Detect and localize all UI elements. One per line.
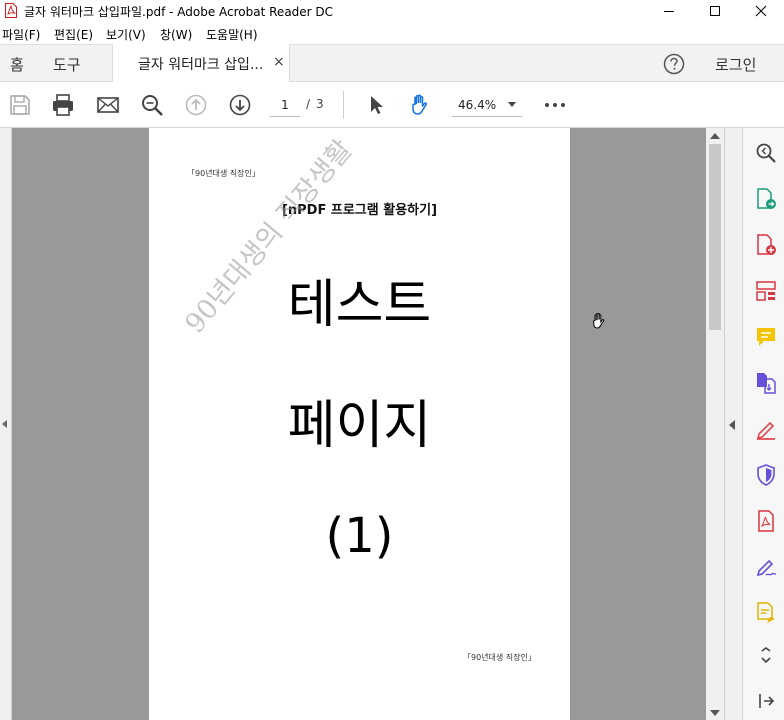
zoom-dropdown[interactable]: 46.4% (452, 93, 522, 117)
document-heading-line-2: 페이지 (287, 396, 432, 456)
more-options-icon[interactable] (543, 93, 567, 117)
next-page-icon[interactable] (228, 93, 252, 117)
document-viewer[interactable]: 「90년대생 직장인」 [nPDF 프로그램 활용하기] 테스트 페이지 (1)… (0, 128, 742, 720)
save-icon[interactable] (8, 93, 32, 117)
maximize-icon (710, 6, 720, 16)
help-icon[interactable] (663, 53, 685, 75)
page-number-input[interactable]: 1 (270, 93, 300, 117)
minimize-button[interactable] (646, 0, 692, 22)
menu-edit[interactable]: 편집(E) (54, 26, 93, 43)
fill-sign-icon[interactable] (755, 556, 777, 578)
page-separator: / (306, 97, 311, 111)
menu-help[interactable]: 도움말(H) (206, 26, 258, 43)
close-tab-button[interactable]: × (273, 54, 285, 70)
email-icon[interactable] (96, 93, 120, 117)
login-button[interactable]: 로그인 (715, 54, 756, 75)
expand-left-panel-icon[interactable] (2, 420, 7, 428)
acrobat-pdf-icon (5, 3, 17, 18)
scroll-down-icon[interactable] (710, 710, 720, 716)
menu-view[interactable]: 보기(V) (106, 26, 146, 43)
previous-page-icon[interactable] (184, 93, 208, 117)
tab-document[interactable]: 글자 워터마크 삽입... × (112, 44, 290, 83)
select-cursor-icon[interactable] (364, 93, 388, 117)
acrobat-sign-pdf-icon[interactable] (755, 510, 777, 532)
hand-tool-icon[interactable] (408, 93, 432, 117)
zoom-value: 46.4% (458, 98, 497, 112)
organize-pages-icon[interactable] (755, 280, 777, 302)
menu-bar: 파일(F) 편집(E) 보기(V) 창(W) 도움말(H) (0, 24, 784, 44)
menu-file[interactable]: 파일(F) (2, 26, 40, 43)
tab-home[interactable]: 홈 (10, 54, 24, 75)
chevron-down-icon (508, 102, 516, 107)
page-header-note: 「90년대생 직장인」 (187, 169, 260, 178)
edit-pdf-icon[interactable] (755, 418, 777, 440)
more-tools-chevron-icon[interactable] (755, 646, 777, 668)
menu-window[interactable]: 창(W) (160, 26, 192, 43)
close-window-button[interactable] (738, 0, 784, 22)
collapse-right-panel-icon[interactable] (729, 420, 735, 430)
scroll-up-icon[interactable] (710, 133, 720, 139)
scrollbar-thumb[interactable] (709, 144, 721, 330)
page-total: 3 (316, 97, 324, 111)
toolbar-divider (343, 91, 344, 119)
tab-tools[interactable]: 도구 (53, 54, 81, 75)
close-icon (755, 5, 767, 17)
protect-shield-icon[interactable] (755, 464, 777, 486)
right-tools-panel (742, 128, 784, 720)
pdf-page: 「90년대생 직장인」 [nPDF 프로그램 활용하기] 테스트 페이지 (1)… (149, 128, 570, 720)
create-pdf-icon[interactable] (755, 234, 777, 256)
document-title: [nPDF 프로그램 활용하기] (281, 203, 438, 218)
page-footer-note: 「90년대생 직장인」 (463, 653, 536, 662)
window-title: 글자 워터마크 삽입파일.pdf - Adobe Acrobat Reader … (24, 5, 334, 19)
print-icon[interactable] (51, 93, 75, 117)
zoom-search-icon[interactable] (140, 93, 164, 117)
hand-cursor-icon (593, 312, 605, 329)
comment-icon[interactable] (755, 326, 777, 348)
collapse-panel-icon[interactable] (755, 690, 777, 712)
maximize-button[interactable] (692, 0, 738, 22)
combine-files-icon[interactable] (755, 372, 777, 394)
document-heading-line-3: (1) (325, 508, 394, 564)
zoom-search-icon[interactable] (755, 142, 777, 164)
minimize-icon (664, 11, 674, 12)
tab-bar: 홈 도구 글자 워터마크 삽입... × 로그인 (0, 44, 784, 83)
export-pdf-icon[interactable] (755, 188, 777, 210)
title-bar: 글자 워터마크 삽입파일.pdf - Adobe Acrobat Reader … (0, 0, 784, 22)
toolbar: 1 / 3 46.4% 공유 (0, 82, 784, 202)
document-tab-label: 글자 워터마크 삽입... (138, 57, 264, 73)
send-for-signature-icon[interactable] (755, 602, 777, 624)
